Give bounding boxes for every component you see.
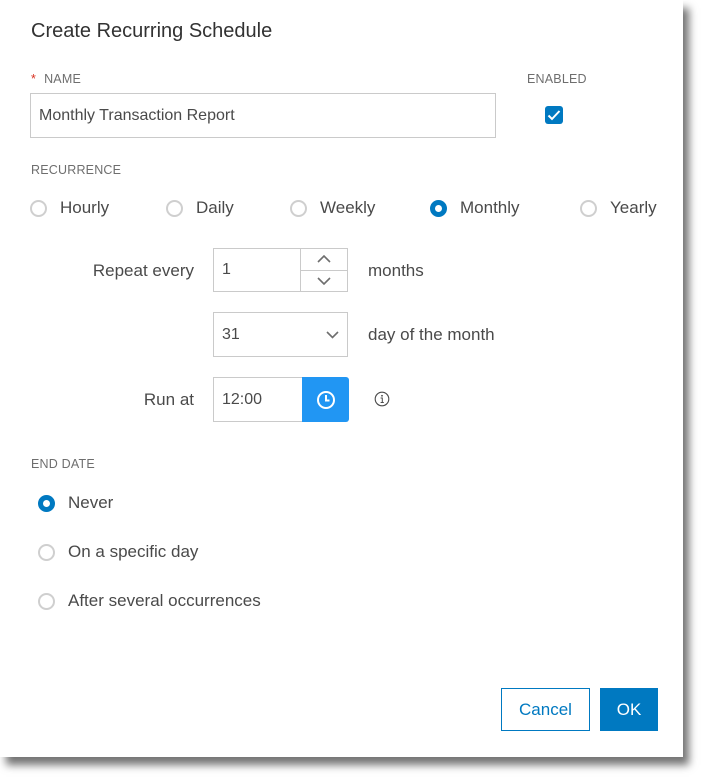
ok-button[interactable]: OK	[600, 688, 658, 731]
name-label: * NAME	[31, 72, 81, 86]
radio-icon	[290, 199, 307, 217]
run-at-label: Run at	[143, 390, 194, 409]
decrement-button[interactable]	[301, 269, 347, 292]
repeat-count-value: 1	[222, 261, 231, 278]
day-of-month-suffix: day of the month	[368, 325, 495, 344]
chevron-up-icon	[317, 255, 331, 263]
end-date-option-never[interactable]: Never	[38, 493, 113, 513]
time-picker-button[interactable]	[302, 377, 349, 422]
run-at-time-value: 12:00	[222, 390, 263, 408]
radio-icon	[38, 592, 55, 610]
radio-checked-icon	[38, 494, 55, 512]
day-of-month-select[interactable]: 31	[213, 312, 348, 357]
radio-label: Yearly	[610, 198, 657, 217]
clock-icon	[316, 390, 335, 409]
radio-icon	[166, 199, 183, 217]
checkmark-icon	[547, 110, 561, 121]
repeat-count-input[interactable]: 1	[213, 248, 301, 292]
required-marker: *	[31, 72, 37, 86]
dialog-title: Create Recurring Schedule	[31, 20, 273, 42]
increment-button[interactable]	[301, 249, 347, 270]
recurrence-option-monthly[interactable]: Monthly	[430, 198, 520, 218]
radio-icon	[30, 199, 47, 217]
cancel-button[interactable]: Cancel	[501, 688, 590, 731]
radio-label: Weekly	[320, 198, 376, 217]
name-input[interactable]: Monthly Transaction Report	[30, 93, 496, 138]
end-date-option-after-occurrences[interactable]: After several occurrences	[38, 591, 261, 611]
recurrence-option-yearly[interactable]: Yearly	[580, 198, 657, 218]
recurrence-option-hourly[interactable]: Hourly	[30, 198, 109, 218]
recurrence-option-weekly[interactable]: Weekly	[290, 198, 375, 218]
radio-icon	[580, 199, 597, 217]
radio-label: After several occurrences	[68, 591, 261, 610]
recurrence-label: RECURRENCE	[31, 163, 122, 177]
radio-checked-icon	[430, 199, 447, 217]
name-label-text: NAME	[44, 72, 81, 86]
enabled-checkbox[interactable]	[545, 106, 563, 124]
chevron-down-icon	[317, 277, 331, 285]
end-date-option-specific-day[interactable]: On a specific day	[38, 542, 198, 562]
radio-label: Hourly	[60, 198, 110, 217]
run-at-time-input[interactable]: 12:00	[213, 377, 303, 422]
info-icon[interactable]	[374, 391, 390, 407]
create-recurring-schedule-dialog: Create Recurring Schedule * NAME Monthly …	[0, 0, 683, 757]
radio-label: On a specific day	[68, 542, 199, 561]
repeat-stepper	[300, 248, 348, 292]
repeat-every-label: Repeat every	[92, 261, 194, 280]
name-input-value: Monthly Transaction Report	[39, 106, 235, 124]
radio-label: Daily	[196, 198, 234, 217]
repeat-unit: months	[368, 261, 424, 280]
day-of-month-value: 31	[222, 325, 240, 343]
radio-label: Never	[68, 493, 114, 512]
enabled-label: ENABLED	[527, 72, 587, 86]
radio-icon	[38, 543, 55, 561]
recurrence-option-daily[interactable]: Daily	[166, 198, 234, 218]
chevron-down-icon	[326, 330, 339, 339]
radio-label: Monthly	[460, 198, 520, 217]
end-date-label: END DATE	[31, 457, 95, 471]
